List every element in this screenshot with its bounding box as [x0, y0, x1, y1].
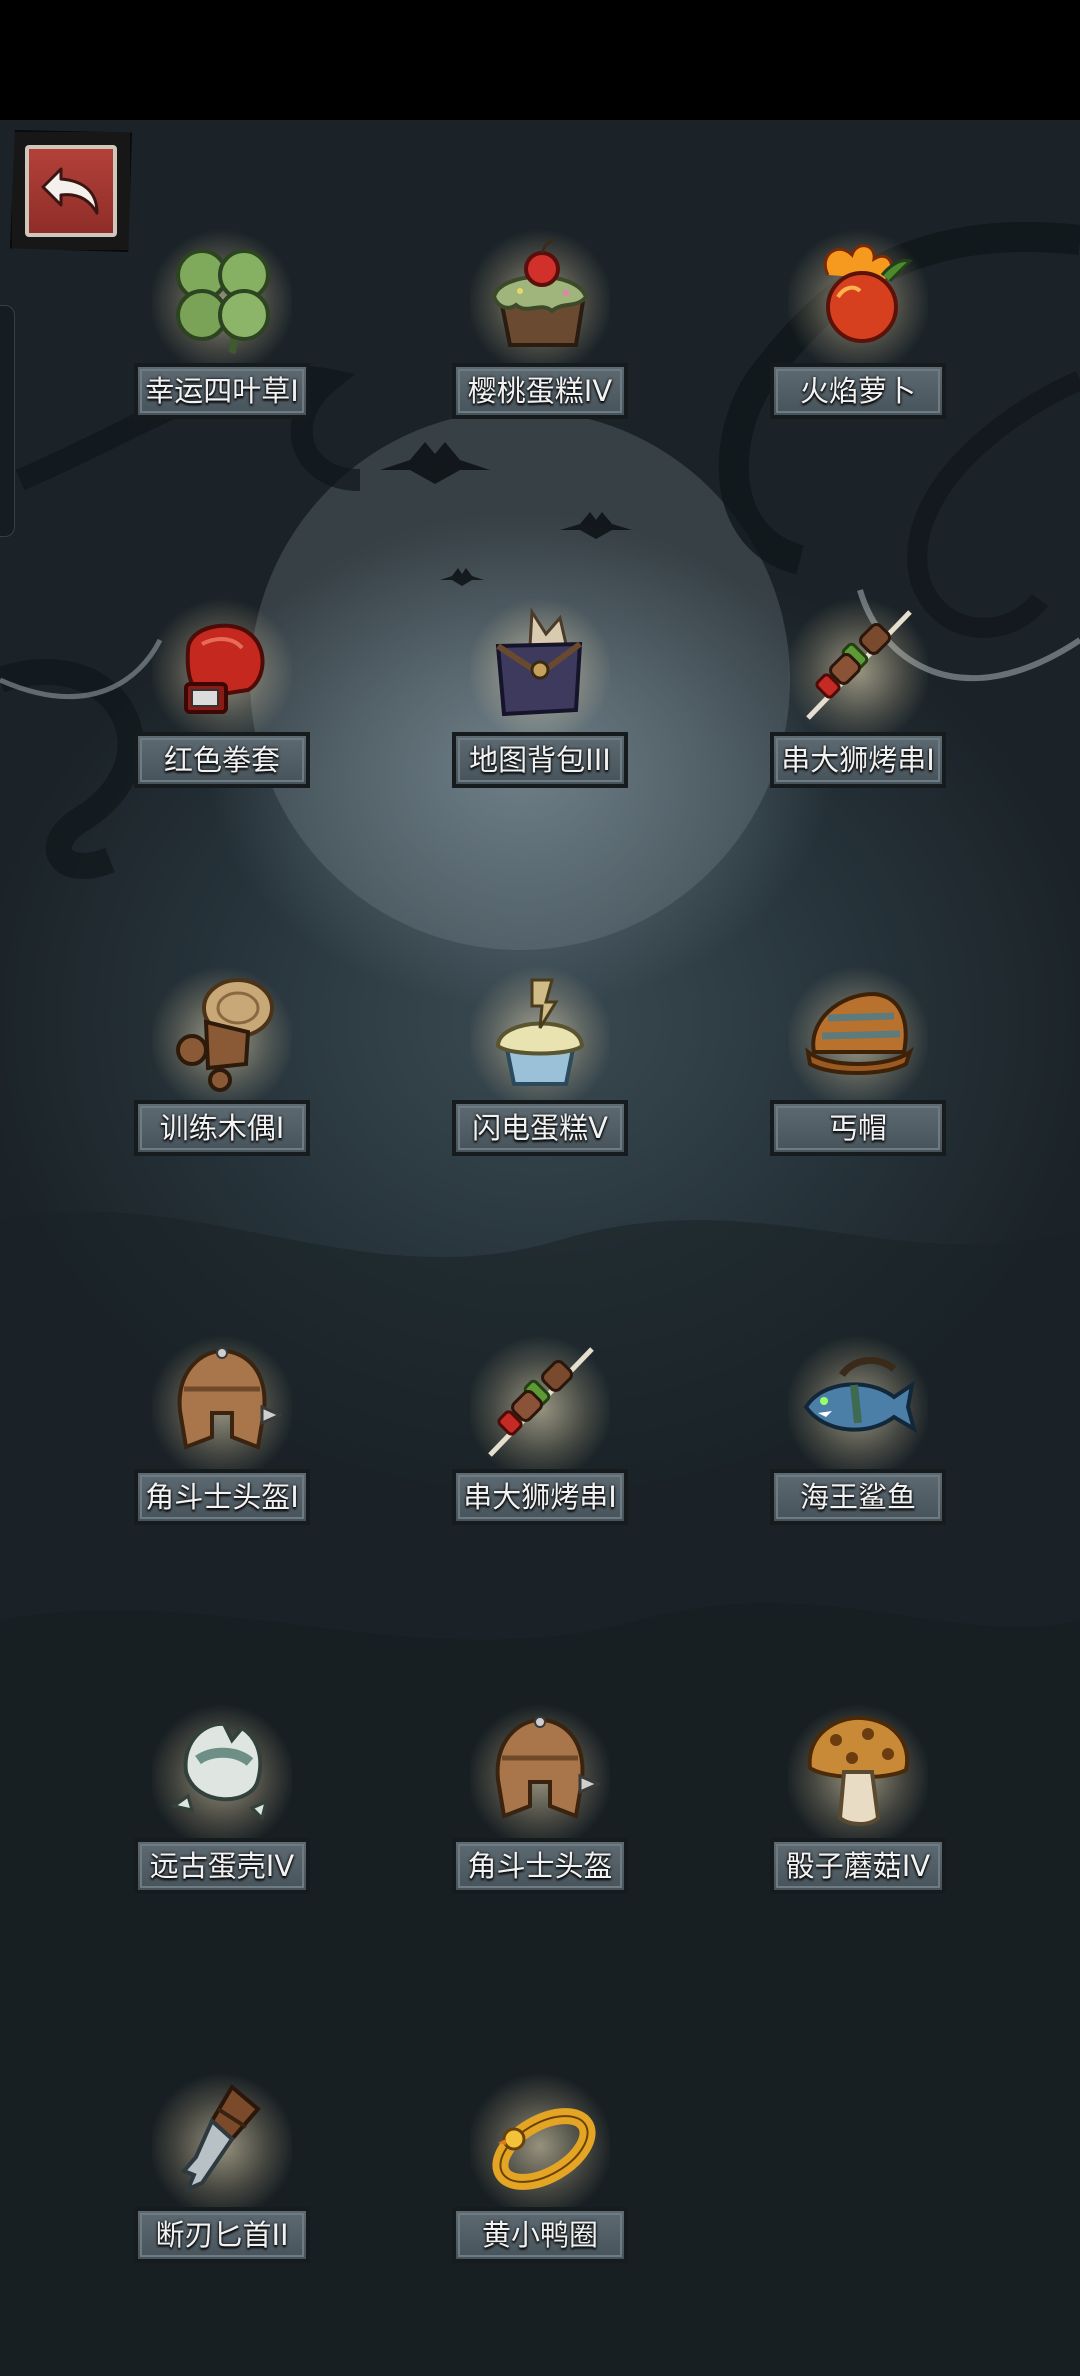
item-name-label: 红色拳套	[134, 732, 310, 788]
dice-mushroom-icon	[788, 1700, 928, 1840]
item-name-label: 黄小鸭圈	[452, 2207, 628, 2263]
item-name-label: 幸运四叶草I	[134, 363, 310, 419]
item-name-label: 训练木偶I	[134, 1100, 310, 1156]
item-slot[interactable]: 断刃匕首II	[122, 2069, 322, 2299]
item-name-label: 火焰萝卜	[770, 363, 946, 419]
ancient-eggshell-icon	[152, 1700, 292, 1840]
item-name-label: 樱桃蛋糕IV	[452, 363, 628, 419]
item-name-label: 地图背包III	[452, 732, 628, 788]
meat-skewer-icon	[788, 594, 928, 734]
item-slot[interactable]: 樱桃蛋糕IV	[440, 225, 640, 455]
item-name-label: 闪电蛋糕V	[452, 1100, 628, 1156]
shark-fish-icon	[788, 1331, 928, 1471]
four-leaf-clover-icon	[152, 225, 292, 365]
item-slot[interactable]: 远古蛋壳IV	[122, 1700, 322, 1930]
cherry-cake-icon	[470, 225, 610, 365]
item-name-label: 串大狮烤串I	[770, 732, 946, 788]
item-name-label: 断刃匕首II	[134, 2207, 310, 2263]
item-slot[interactable]: 串大狮烤串I	[440, 1331, 640, 1561]
item-name-label: 角斗士头盔I	[134, 1469, 310, 1525]
item-name-label: 远古蛋壳IV	[134, 1838, 310, 1894]
item-name-label: 丐帽	[770, 1100, 946, 1156]
gladiator-helmet-icon	[470, 1700, 610, 1840]
gladiator-helmet-icon	[152, 1331, 292, 1471]
item-slot[interactable]: 骰子蘑菇IV	[758, 1700, 958, 1930]
haunted-forest-backdrop	[0, 221, 1080, 2376]
item-slot[interactable]: 幸运四叶草I	[122, 225, 322, 455]
item-slot[interactable]: 地图背包III	[440, 594, 640, 824]
broken-dagger-icon	[152, 2069, 292, 2209]
item-name-label: 串大狮烤串I	[452, 1469, 628, 1525]
item-slot[interactable]: 丐帽	[758, 962, 958, 1192]
item-slot[interactable]: 串大狮烤串I	[758, 594, 958, 824]
item-slot[interactable]: 角斗士头盔I	[122, 1331, 322, 1561]
return-arrow-icon	[25, 145, 117, 237]
beggar-hat-icon	[788, 962, 928, 1102]
item-slot[interactable]: 火焰萝卜	[758, 225, 958, 455]
status-bar	[0, 0, 1080, 120]
item-slot[interactable]: 海王鲨鱼	[758, 1331, 958, 1561]
item-slot[interactable]: 训练木偶I	[122, 962, 322, 1192]
wooden-dummy-icon	[152, 962, 292, 1102]
back-button[interactable]	[10, 130, 132, 252]
item-slot[interactable]: 角斗士头盔	[440, 1700, 640, 1930]
side-drawer-handle[interactable]	[0, 305, 15, 537]
red-boxing-glove-icon	[152, 594, 292, 734]
item-slot[interactable]: 黄小鸭圈	[440, 2069, 640, 2299]
lightning-cupcake-icon	[470, 962, 610, 1102]
fire-radish-icon	[788, 225, 928, 365]
yellow-duck-ring-icon	[470, 2069, 610, 2209]
item-name-label: 角斗士头盔	[452, 1838, 628, 1894]
meat-skewer-icon	[470, 1331, 610, 1471]
item-slot[interactable]: 红色拳套	[122, 594, 322, 824]
game-background	[0, 120, 1080, 2376]
item-slot[interactable]: 闪电蛋糕V	[440, 962, 640, 1192]
item-name-label: 骰子蘑菇IV	[770, 1838, 946, 1894]
map-backpack-icon	[470, 594, 610, 734]
item-name-label: 海王鲨鱼	[770, 1469, 946, 1525]
